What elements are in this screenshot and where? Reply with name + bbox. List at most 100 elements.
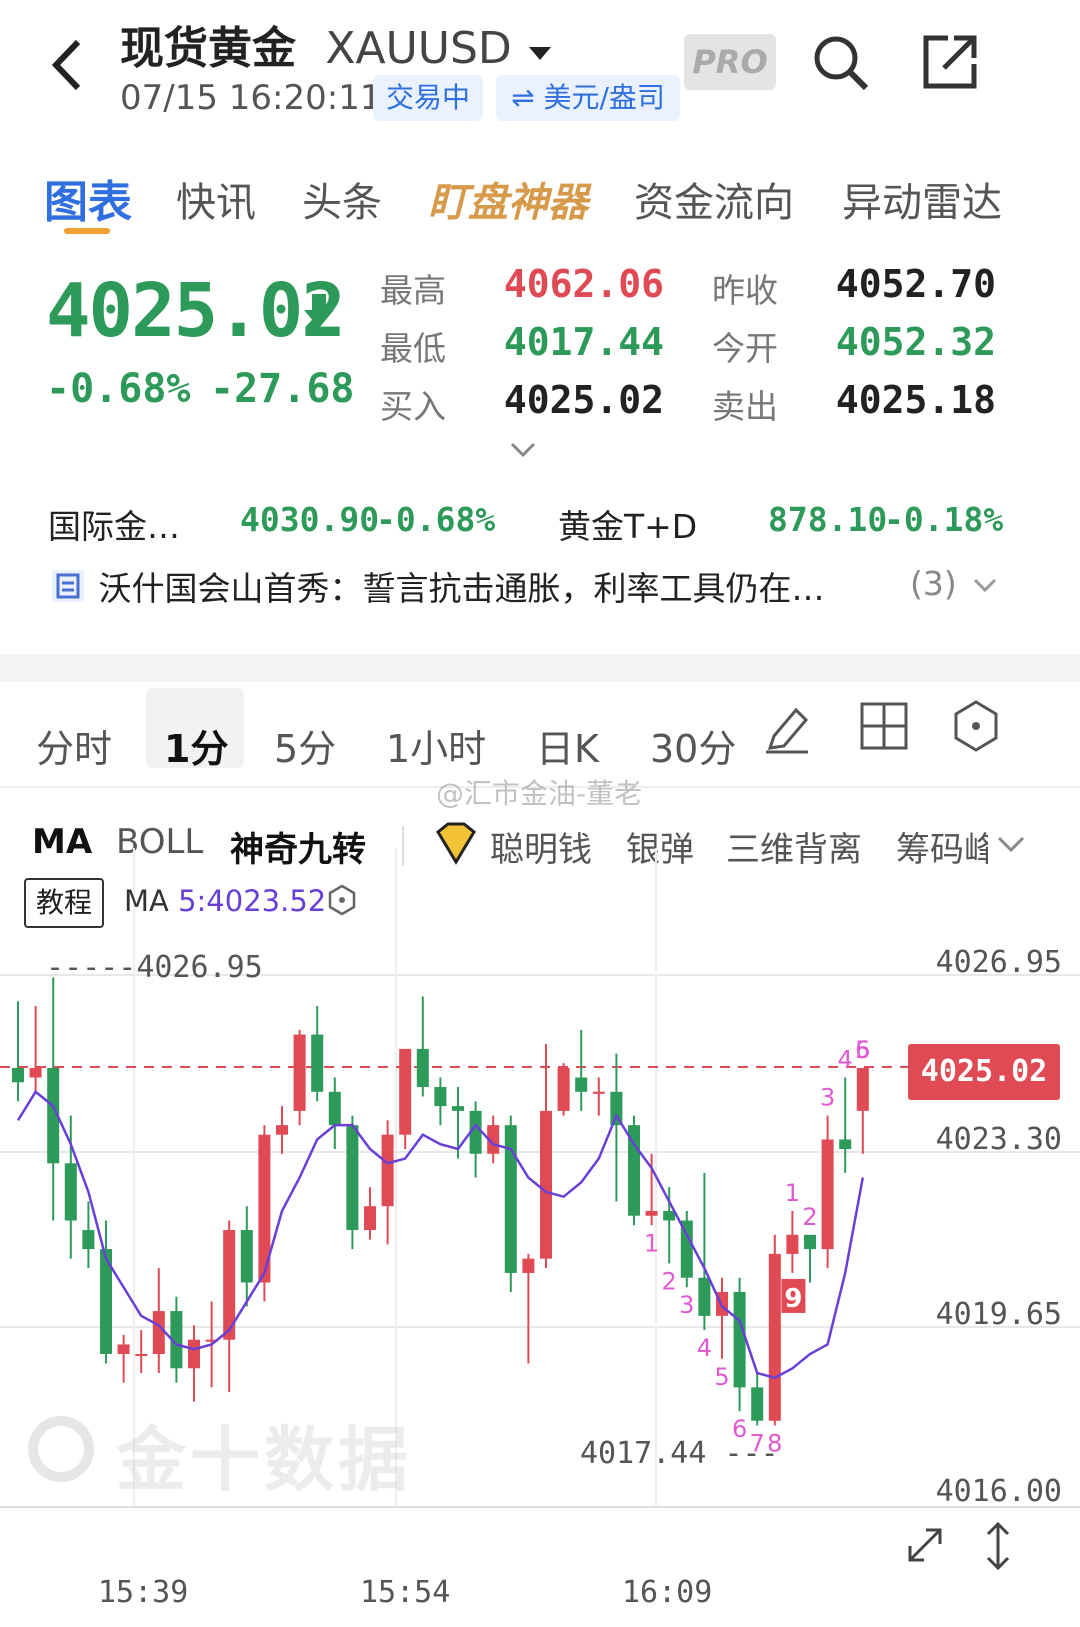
- stat-value-ask: 4025.18: [835, 378, 996, 422]
- news-icon: [52, 570, 84, 602]
- related-price: 878.10: [768, 500, 888, 539]
- share-icon: [923, 35, 977, 89]
- chevron-left-icon: [51, 39, 81, 91]
- candle-body: [188, 1339, 200, 1369]
- related-instrument[interactable]: 国际金… 4030.90 -0.68%: [48, 500, 495, 548]
- low-marker-dash: ---: [706, 1436, 779, 1471]
- news-count: (3): [910, 564, 957, 603]
- candle-body: [786, 1234, 799, 1254]
- candle-body: [29, 1067, 42, 1078]
- candle-body: [856, 1067, 869, 1111]
- nine-turn-label: 9: [784, 1284, 802, 1314]
- pro-label: PRO: [692, 43, 768, 81]
- session-high-marker: -----4026.95: [46, 950, 263, 985]
- period-tab-1hour[interactable]: 1小时: [386, 718, 486, 773]
- tab-fund-flow[interactable]: 资金流向: [634, 170, 794, 228]
- candle-body: [381, 1134, 394, 1207]
- candle-body: [804, 1234, 816, 1250]
- nine-turn-label: 4: [697, 1334, 712, 1362]
- tab-watch-tool[interactable]: 盯盘神器: [428, 170, 588, 228]
- expand-icon: [908, 1528, 942, 1562]
- tab-headlines[interactable]: 头条: [302, 170, 382, 228]
- related-price: 4030.90: [240, 500, 380, 539]
- news-item[interactable]: 沃什国会山首秀：誓言抗击通胀，利率工具仍在… (3): [48, 562, 1048, 612]
- related-name: 黄金T+D: [558, 507, 698, 546]
- nine-turn-label: 4: [838, 1045, 853, 1073]
- back-button[interactable]: [40, 30, 100, 100]
- stat-label-high: 最高: [380, 271, 446, 310]
- candle-body: [328, 1091, 341, 1126]
- candle-body: [240, 1230, 253, 1283]
- news-text: 沃什国会山首秀：誓言抗击通胀，利率工具仍在…: [98, 569, 825, 608]
- candle-body: [452, 1106, 464, 1111]
- fullscreen-button[interactable]: [900, 1520, 950, 1570]
- layout-button[interactable]: [856, 698, 912, 754]
- ma-value: 5:4023.52: [178, 884, 327, 918]
- tab-flash-news[interactable]: 快讯: [176, 170, 256, 228]
- status-badge: 交易中: [373, 75, 483, 121]
- candle-body: [135, 1353, 148, 1356]
- instrument-title[interactable]: 现货黄金 XAUUSD: [120, 12, 553, 76]
- stat-label-ask: 卖出: [712, 387, 778, 426]
- period-tab-30min[interactable]: 30分: [650, 718, 736, 773]
- search-button[interactable]: [808, 30, 872, 94]
- datetime: 07/15 16:20:11: [120, 78, 382, 118]
- active-tab-indicator: [64, 228, 110, 234]
- low-marker-value: 4017.44: [580, 1436, 707, 1471]
- candle-body: [12, 1067, 24, 1083]
- candle-body: [346, 1125, 359, 1231]
- settings-hexagon-icon: [954, 700, 998, 752]
- vertical-scale-button[interactable]: [980, 1518, 1016, 1574]
- draw-tool-button[interactable]: [760, 700, 816, 756]
- pen-icon: [766, 707, 809, 754]
- nine-turn-label: 2: [802, 1203, 817, 1231]
- x-axis-label: 15:39: [98, 1575, 189, 1610]
- x-axis-label: 15:54: [360, 1575, 451, 1610]
- nine-turn-label: 3: [820, 1084, 835, 1112]
- grid-icon: [860, 702, 908, 750]
- expand-stats-button[interactable]: [506, 436, 540, 462]
- chart-settings-button[interactable]: [948, 698, 1004, 754]
- stat-value-high: 4062.06: [503, 262, 664, 306]
- stat-label-bid: 买入: [380, 387, 446, 426]
- period-tab-daily[interactable]: 日K: [536, 718, 599, 773]
- period-tab-1min[interactable]: 1分: [164, 718, 228, 773]
- ma-legend: MA 5:4023.52: [124, 884, 326, 918]
- unit-switch-button[interactable]: ⇌ 美元/盎司: [496, 75, 680, 121]
- arrow-down-icon: [304, 294, 334, 328]
- candle-body: [645, 1210, 658, 1216]
- chevron-down-icon: [973, 578, 997, 593]
- candle-body: [117, 1344, 130, 1354]
- share-button[interactable]: [918, 30, 982, 94]
- y-axis-label: 4023.30: [935, 1122, 1062, 1157]
- period-tab-5min[interactable]: 5分: [274, 718, 336, 773]
- settings-hexagon-icon: [328, 884, 356, 916]
- candle-body: [592, 1091, 605, 1094]
- related-percent: -0.18%: [884, 500, 1004, 539]
- candle-body: [293, 1034, 306, 1111]
- section-divider: [0, 654, 1080, 682]
- candle-body: [522, 1258, 535, 1273]
- candle-body: [557, 1067, 570, 1111]
- nine-turn-label: 1: [785, 1179, 800, 1207]
- related-instrument[interactable]: 黄金T+D 878.10 -0.18%: [558, 500, 1003, 548]
- candle-body: [152, 1311, 165, 1354]
- session-low-marker: 4017.44 ---: [580, 1436, 779, 1471]
- nine-turn-label: 5: [714, 1363, 729, 1391]
- stat-value-prev-close: 4052.70: [835, 262, 996, 306]
- tutorial-button[interactable]: 教程: [24, 878, 104, 928]
- nine-turn-label: 2: [662, 1267, 677, 1295]
- brand-logo-icon: [28, 1416, 94, 1482]
- nine-turn-label: 6: [855, 1036, 870, 1064]
- tutorial-label: 教程: [35, 886, 92, 919]
- tab-anomaly-radar[interactable]: 异动雷达: [842, 170, 1002, 228]
- tab-chart[interactable]: 图表: [44, 166, 132, 230]
- ma-settings-button[interactable]: [326, 884, 358, 916]
- candle-body: [416, 1048, 429, 1088]
- period-tab-timeshare[interactable]: 分时: [36, 718, 112, 773]
- high-marker-value: 4026.95: [136, 950, 263, 985]
- pro-button[interactable]: PRO: [684, 34, 776, 90]
- candle-body: [575, 1077, 588, 1092]
- change-percent: -0.68%: [46, 366, 191, 412]
- candle-body: [839, 1139, 852, 1149]
